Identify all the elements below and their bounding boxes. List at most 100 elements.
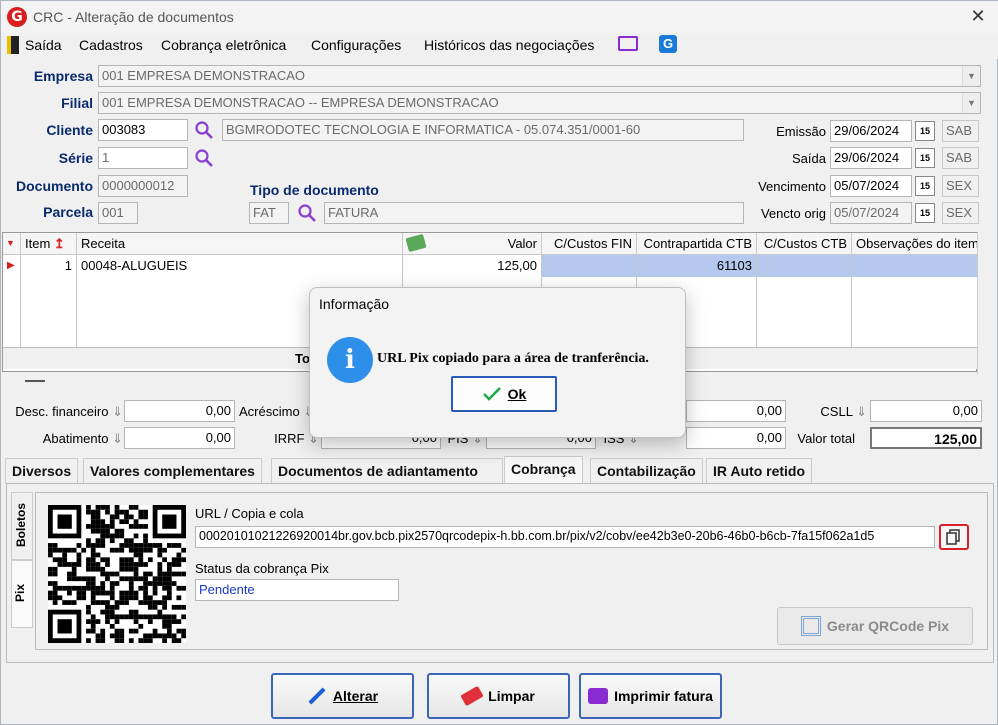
grid-header-valor-label: Valor bbox=[507, 236, 537, 251]
qrcode-icon bbox=[800, 616, 821, 636]
tab-documentos-adiantamento[interactable]: Documentos de adiantamento bbox=[271, 458, 503, 484]
calendar-icon[interactable]: 15 bbox=[915, 176, 935, 196]
acrescimo-label: Acréscimo ⇓ bbox=[239, 404, 317, 420]
parcela-label: Parcela bbox=[43, 204, 93, 220]
vencto-orig-label: Vencto orig bbox=[760, 206, 826, 221]
serie-input[interactable]: 1 bbox=[98, 147, 188, 169]
csll-input[interactable]: 0,00 bbox=[870, 400, 982, 422]
empresa-select[interactable]: 001 EMPRESA DEMONSTRACAO ▼ bbox=[98, 65, 981, 87]
tab-cobranca[interactable]: Cobrança bbox=[504, 456, 583, 484]
vencimento-input[interactable]: 05/07/2024 bbox=[830, 175, 912, 197]
csll-label: CSLL ⇓ bbox=[791, 404, 867, 420]
grid-header-valor[interactable]: Valor bbox=[403, 233, 542, 255]
grid-header-ccustos-ctb[interactable]: C/Custos CTB bbox=[757, 233, 852, 255]
tab-valores-complementares[interactable]: Valores complementares bbox=[83, 458, 262, 484]
grid-header-item[interactable]: Item ↥ bbox=[21, 233, 77, 255]
cliente-label: Cliente bbox=[46, 122, 93, 138]
emissao-day: SAB bbox=[942, 120, 979, 142]
grid-header-ccustos-fin[interactable]: C/Custos FIN bbox=[542, 233, 637, 255]
printer-icon bbox=[588, 688, 609, 704]
grid-header-contrapartida[interactable]: Contrapartida CTB bbox=[637, 233, 757, 255]
tipo-name-field: FATURA bbox=[324, 202, 744, 224]
grid-header-receita[interactable]: Receita bbox=[77, 233, 403, 255]
acrescimo-text: Acréscimo bbox=[239, 404, 300, 419]
menu-cadastros[interactable]: Cadastros bbox=[79, 37, 143, 53]
emissao-label: Emissão bbox=[776, 124, 826, 139]
saida-input[interactable]: 29/06/2024 bbox=[830, 147, 912, 169]
calendar-icon[interactable]: 15 bbox=[915, 121, 935, 141]
tipo-code-field: FAT bbox=[249, 202, 289, 224]
grid-cell-ccustos-fin[interactable] bbox=[542, 255, 637, 277]
status-field: Pendente bbox=[195, 579, 399, 601]
tipo-documento-label: Tipo de documento bbox=[250, 182, 379, 198]
grid-cell-contrapartida[interactable]: 61103 bbox=[637, 255, 757, 277]
emissao-input[interactable]: 29/06/2024 bbox=[830, 120, 912, 142]
qrcode-image bbox=[48, 505, 186, 643]
tab-diversos[interactable]: Diversos bbox=[5, 458, 79, 484]
gerar-qrcode-button[interactable]: Gerar QRCode Pix bbox=[777, 607, 973, 645]
search-icon[interactable] bbox=[194, 120, 214, 140]
eraser-icon bbox=[460, 685, 484, 707]
desc-financeiro-text: Desc. financeiro bbox=[15, 404, 109, 419]
tab-ir-auto-retido[interactable]: IR Auto retido bbox=[706, 458, 813, 484]
vtab-pix[interactable]: Pix bbox=[11, 560, 33, 628]
abatimento-text: Abatimento bbox=[42, 431, 109, 446]
alterar-label: Alterar bbox=[332, 688, 379, 704]
tab-contabilizacao[interactable]: Contabilização bbox=[590, 458, 703, 484]
saida-day: SAB bbox=[942, 147, 979, 169]
desc-financeiro-input[interactable]: 0,00 bbox=[124, 400, 235, 422]
mid1-input[interactable]: 0,00 bbox=[686, 400, 786, 422]
pix-content: URL / Copia e cola 00020101021226920014b… bbox=[35, 492, 988, 650]
calendar-icon[interactable]: 15 bbox=[915, 148, 935, 168]
alterar-button[interactable]: Alterar bbox=[271, 673, 414, 719]
saida-label: Saída bbox=[792, 151, 826, 166]
menu-cobranca-eletronica[interactable]: Cobrança eletrônica bbox=[161, 37, 286, 53]
documento-field: 0000000012 bbox=[98, 175, 188, 197]
grid-cell-valor[interactable]: 125,00 bbox=[403, 255, 542, 277]
url-input[interactable]: 00020101021226920014br.gov.bcb.pix2570qr… bbox=[195, 526, 935, 548]
search-icon[interactable] bbox=[297, 203, 317, 223]
vtab-boletos[interactable]: Boletos bbox=[11, 492, 33, 560]
sort-arrow-icon: ↥ bbox=[53, 236, 65, 251]
limpar-label: Limpar bbox=[488, 688, 535, 704]
valor-total-label: Valor total bbox=[797, 431, 855, 446]
abatimento-input[interactable]: 0,00 bbox=[124, 427, 235, 449]
menu-saida[interactable]: Saída bbox=[25, 37, 62, 53]
grid-cell-ccustos-ctb[interactable] bbox=[757, 255, 852, 277]
gsoft-icon[interactable]: G bbox=[659, 35, 677, 53]
menu-configuracoes[interactable]: Configurações bbox=[311, 37, 401, 53]
grid-vertical-scrollbar[interactable] bbox=[977, 232, 997, 374]
grid-cell-observacoes[interactable] bbox=[852, 255, 978, 277]
cliente-name-field: BGMRODOTEC TECNOLOGIA E INFORMATICA - 05… bbox=[222, 119, 744, 141]
chevron-down-icon[interactable]: ▼ bbox=[962, 66, 980, 86]
grid-header-observacoes[interactable]: Observações do item bbox=[852, 233, 978, 255]
vencto-orig-day: SEX bbox=[942, 202, 979, 224]
calendar-icon: 15 bbox=[915, 203, 935, 223]
arrow-down-icon: ⇓ bbox=[112, 431, 123, 446]
filial-select[interactable]: 001 EMPRESA DEMONSTRACAO -- EMPRESA DEMO… bbox=[98, 92, 981, 114]
chevron-down-icon[interactable]: ▼ bbox=[962, 93, 980, 113]
grid-sort-header[interactable]: ▼ bbox=[3, 233, 21, 255]
app-logo: G bbox=[7, 7, 27, 27]
splitter-handle[interactable] bbox=[25, 380, 45, 382]
exit-door-icon[interactable] bbox=[7, 36, 19, 54]
grid-cell-receita[interactable]: 00048-ALUGUEIS bbox=[77, 255, 403, 277]
menu-historicos[interactable]: Históricos das negociações bbox=[424, 37, 594, 53]
main-window: G CRC - Alteração de documentos ✕ Saída … bbox=[0, 0, 998, 725]
search-icon[interactable] bbox=[194, 148, 214, 168]
close-icon[interactable]: ✕ bbox=[967, 5, 989, 27]
copy-icon bbox=[946, 529, 960, 545]
ok-button[interactable]: Ok bbox=[451, 376, 557, 412]
empresa-value: 001 EMPRESA DEMONSTRACAO bbox=[102, 68, 305, 83]
grid-cell-item[interactable]: 1 bbox=[21, 255, 77, 277]
mid2-input[interactable]: 0,00 bbox=[686, 427, 786, 449]
documento-label: Documento bbox=[16, 178, 93, 194]
desc-financeiro-label: Desc. financeiro ⇓ bbox=[5, 404, 123, 420]
imprimir-fatura-button[interactable]: Imprimir fatura bbox=[579, 673, 722, 719]
limpar-button[interactable]: Limpar bbox=[427, 673, 570, 719]
cliente-code-input[interactable]: 003083 bbox=[98, 119, 188, 141]
arrow-down-icon: ⇓ bbox=[856, 404, 867, 419]
info-dialog: Informação i URL Pix copiado para a área… bbox=[309, 287, 686, 438]
monitor-icon[interactable] bbox=[618, 36, 638, 51]
copy-button[interactable] bbox=[939, 524, 969, 550]
